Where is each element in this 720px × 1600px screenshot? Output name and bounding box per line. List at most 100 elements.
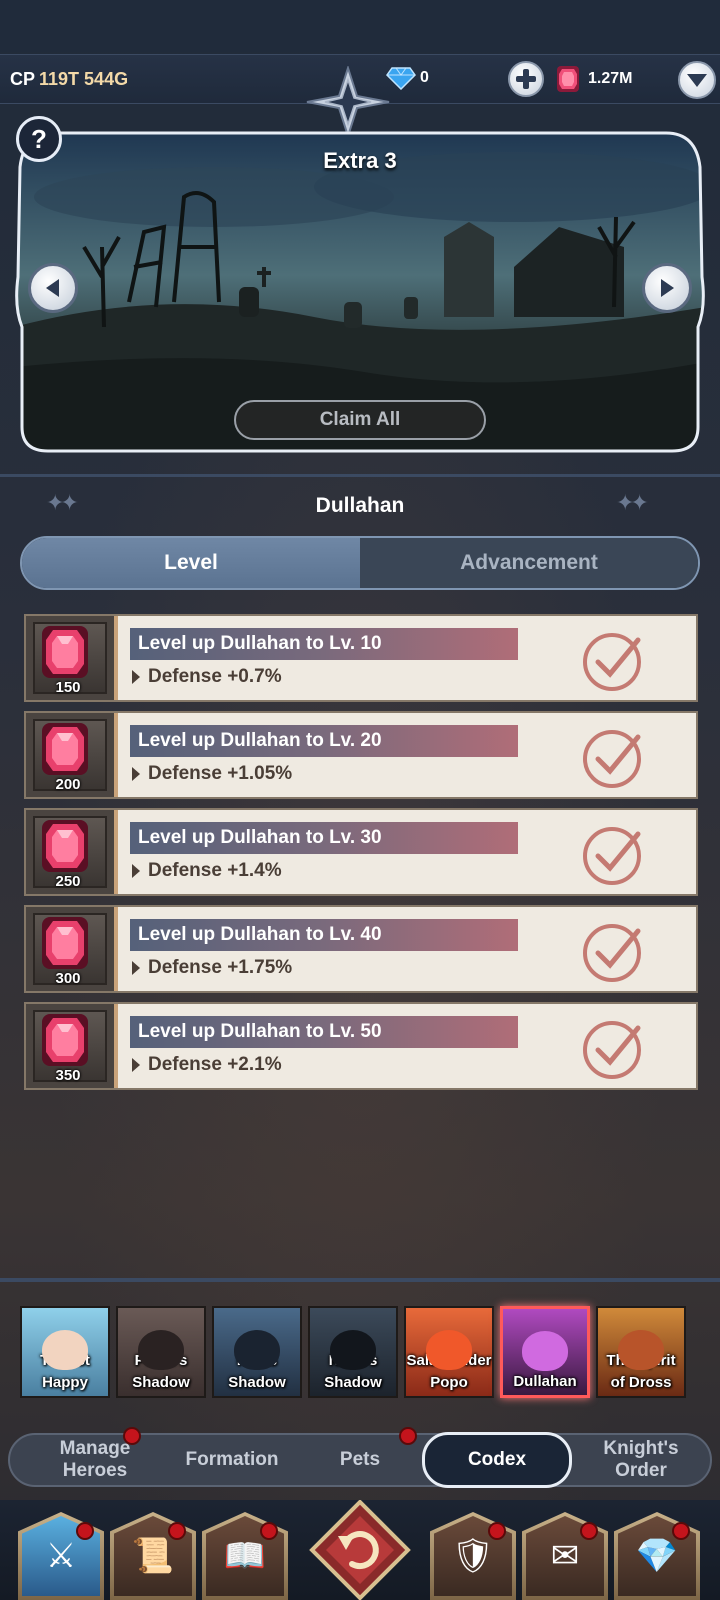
reward-slot: 200 [26,713,118,797]
codex-tabs: Level Advancement [20,536,700,590]
spellbook-icon: 📖 [223,1537,267,1575]
pink-gem-icon [42,626,88,678]
pink-gem-icon [42,723,88,775]
notification-badge [399,1427,417,1445]
quest-row[interactable]: 300 Level up Dullahan to Lv. 40 Defense … [24,905,698,993]
quest-effect-text: Defense +1.05% [148,763,293,784]
completed-check-icon [583,633,641,691]
chevron-down-icon [687,74,707,87]
quest-effect-text: Defense +1.75% [148,957,293,978]
hero-helmet-icon: ⚔ [45,1537,77,1575]
quest-effect: Defense +2.1% [132,1054,282,1076]
hero-name-label: Dullahan [513,1373,577,1390]
hero-portrait [426,1330,472,1370]
notification-badge [260,1522,278,1540]
reward-amount: 200 [55,776,81,793]
previous-stage-button[interactable] [28,263,78,313]
completed-check-icon [583,730,641,788]
hero-sub-navigation: Manage Heroes Formation Pets Codex Knigh… [8,1432,712,1488]
bullet-arrow-icon [132,767,140,781]
quest-row[interactable]: 200 Level up Dullahan to Lv. 20 Defense … [24,711,698,799]
gem-counter: 1.27M [556,64,632,94]
hero-portrait [330,1330,376,1370]
next-stage-button[interactable] [642,263,692,313]
divider [0,474,720,477]
quest-title: Level up Dullahan to Lv. 20 [130,725,518,757]
quest-row[interactable]: 250 Level up Dullahan to Lv. 30 Defense … [24,808,698,896]
quest-effect: Defense +1.4% [132,860,282,882]
guild-shield-icon: 🛡 [451,1537,495,1575]
reward-slot: 300 [26,907,118,991]
hero-card-pons-shadow[interactable]: Pon's Shadow [212,1306,302,1398]
pink-gem-icon [42,820,88,872]
hero-card-spirit-of-dross[interactable]: The Spirit of Dross [596,1306,686,1398]
chevron-left-icon [46,279,59,297]
tab-level[interactable]: Level [22,538,360,588]
tab-advancement[interactable]: Advancement [360,538,698,588]
quest-effect: Defense +1.75% [132,957,292,979]
quest-title: Level up Dullahan to Lv. 50 [130,1016,518,1048]
diamond-count: 0 [420,69,429,86]
quest-row[interactable]: 150 Level up Dullahan to Lv. 10 Defense … [24,614,698,702]
notification-badge [488,1522,506,1540]
subnav-formation[interactable]: Formation [160,1435,304,1485]
treasure-scroll-icon: 📜 [131,1537,175,1575]
hero-card-namis-shadow[interactable]: Nami's Shadow [308,1306,398,1398]
quest-effect: Defense +0.7% [132,666,282,688]
notification-badge [123,1427,141,1445]
quest-title: Level up Dullahan to Lv. 30 [130,822,518,854]
notification-badge [168,1522,186,1540]
claim-all-button[interactable]: Claim All [234,400,486,440]
return-button[interactable] [308,1500,412,1600]
hero-card-pookis-shadow[interactable]: Pooki's Shadow [116,1306,206,1398]
diamond-icon [386,67,416,90]
reward-slot: 350 [26,1004,118,1088]
quest-title: Level up Dullahan to Lv. 40 [130,919,518,951]
pink-gem-icon [42,1014,88,1066]
subnav-codex[interactable]: Codex [422,1432,572,1488]
notification-badge [672,1522,690,1540]
roster-divider [0,1278,720,1282]
completed-check-icon [583,924,641,982]
reward-slot: 250 [26,810,118,894]
quest-list: 150 Level up Dullahan to Lv. 10 Defense … [24,614,698,1099]
gem-count: 1.27M [588,70,633,87]
subnav-manage-heroes[interactable]: Manage Heroes [30,1435,160,1485]
combat-power: CP 119T 544G [10,69,128,90]
subnav-knights-order[interactable]: Knight's Order [580,1435,702,1485]
hero-portrait [234,1330,280,1370]
hero-card-tourist-happy[interactable]: Tourist Happy [20,1306,110,1398]
stage-title: Extra 3 [323,148,397,173]
reward-slot: 150 [26,616,118,700]
hero-roster: Tourist Happy Pooki's Shadow Pon's Shado… [20,1306,720,1398]
bullet-arrow-icon [132,961,140,975]
plus-icon [516,69,536,89]
subnav-pets[interactable]: Pets [310,1435,410,1485]
letter-scroll-icon: ✉ [550,1537,580,1575]
reward-amount: 150 [55,679,81,696]
quest-title: Level up Dullahan to Lv. 10 [130,628,518,660]
completed-check-icon [583,827,641,885]
pink-gem-icon [557,66,579,92]
bullet-arrow-icon [132,670,140,684]
cp-label: CP [10,69,36,89]
treasure-chest-icon: 💎 [635,1537,679,1575]
reward-amount: 250 [55,873,81,890]
add-currency-button[interactable] [508,61,544,97]
hero-portrait [138,1330,184,1370]
hero-card-dullahan[interactable]: Dullahan [500,1306,590,1398]
reward-amount: 300 [55,970,81,987]
bullet-arrow-icon [132,864,140,878]
quest-effect: Defense +1.05% [132,763,292,785]
quest-effect-text: Defense +1.4% [148,860,282,881]
codex-hero-name: Dullahan [315,494,405,517]
pink-gem-icon [42,917,88,969]
bullet-arrow-icon [132,1058,140,1072]
hero-portrait [42,1330,88,1370]
hero-card-salamander-popo[interactable]: Salamander Popo [404,1306,494,1398]
hero-portrait [522,1331,568,1371]
cp-value: 119T 544G [39,69,129,89]
menu-dropdown-button[interactable] [678,61,716,99]
quest-row[interactable]: 350 Level up Dullahan to Lv. 50 Defense … [24,1002,698,1090]
hero-portrait [618,1330,664,1370]
